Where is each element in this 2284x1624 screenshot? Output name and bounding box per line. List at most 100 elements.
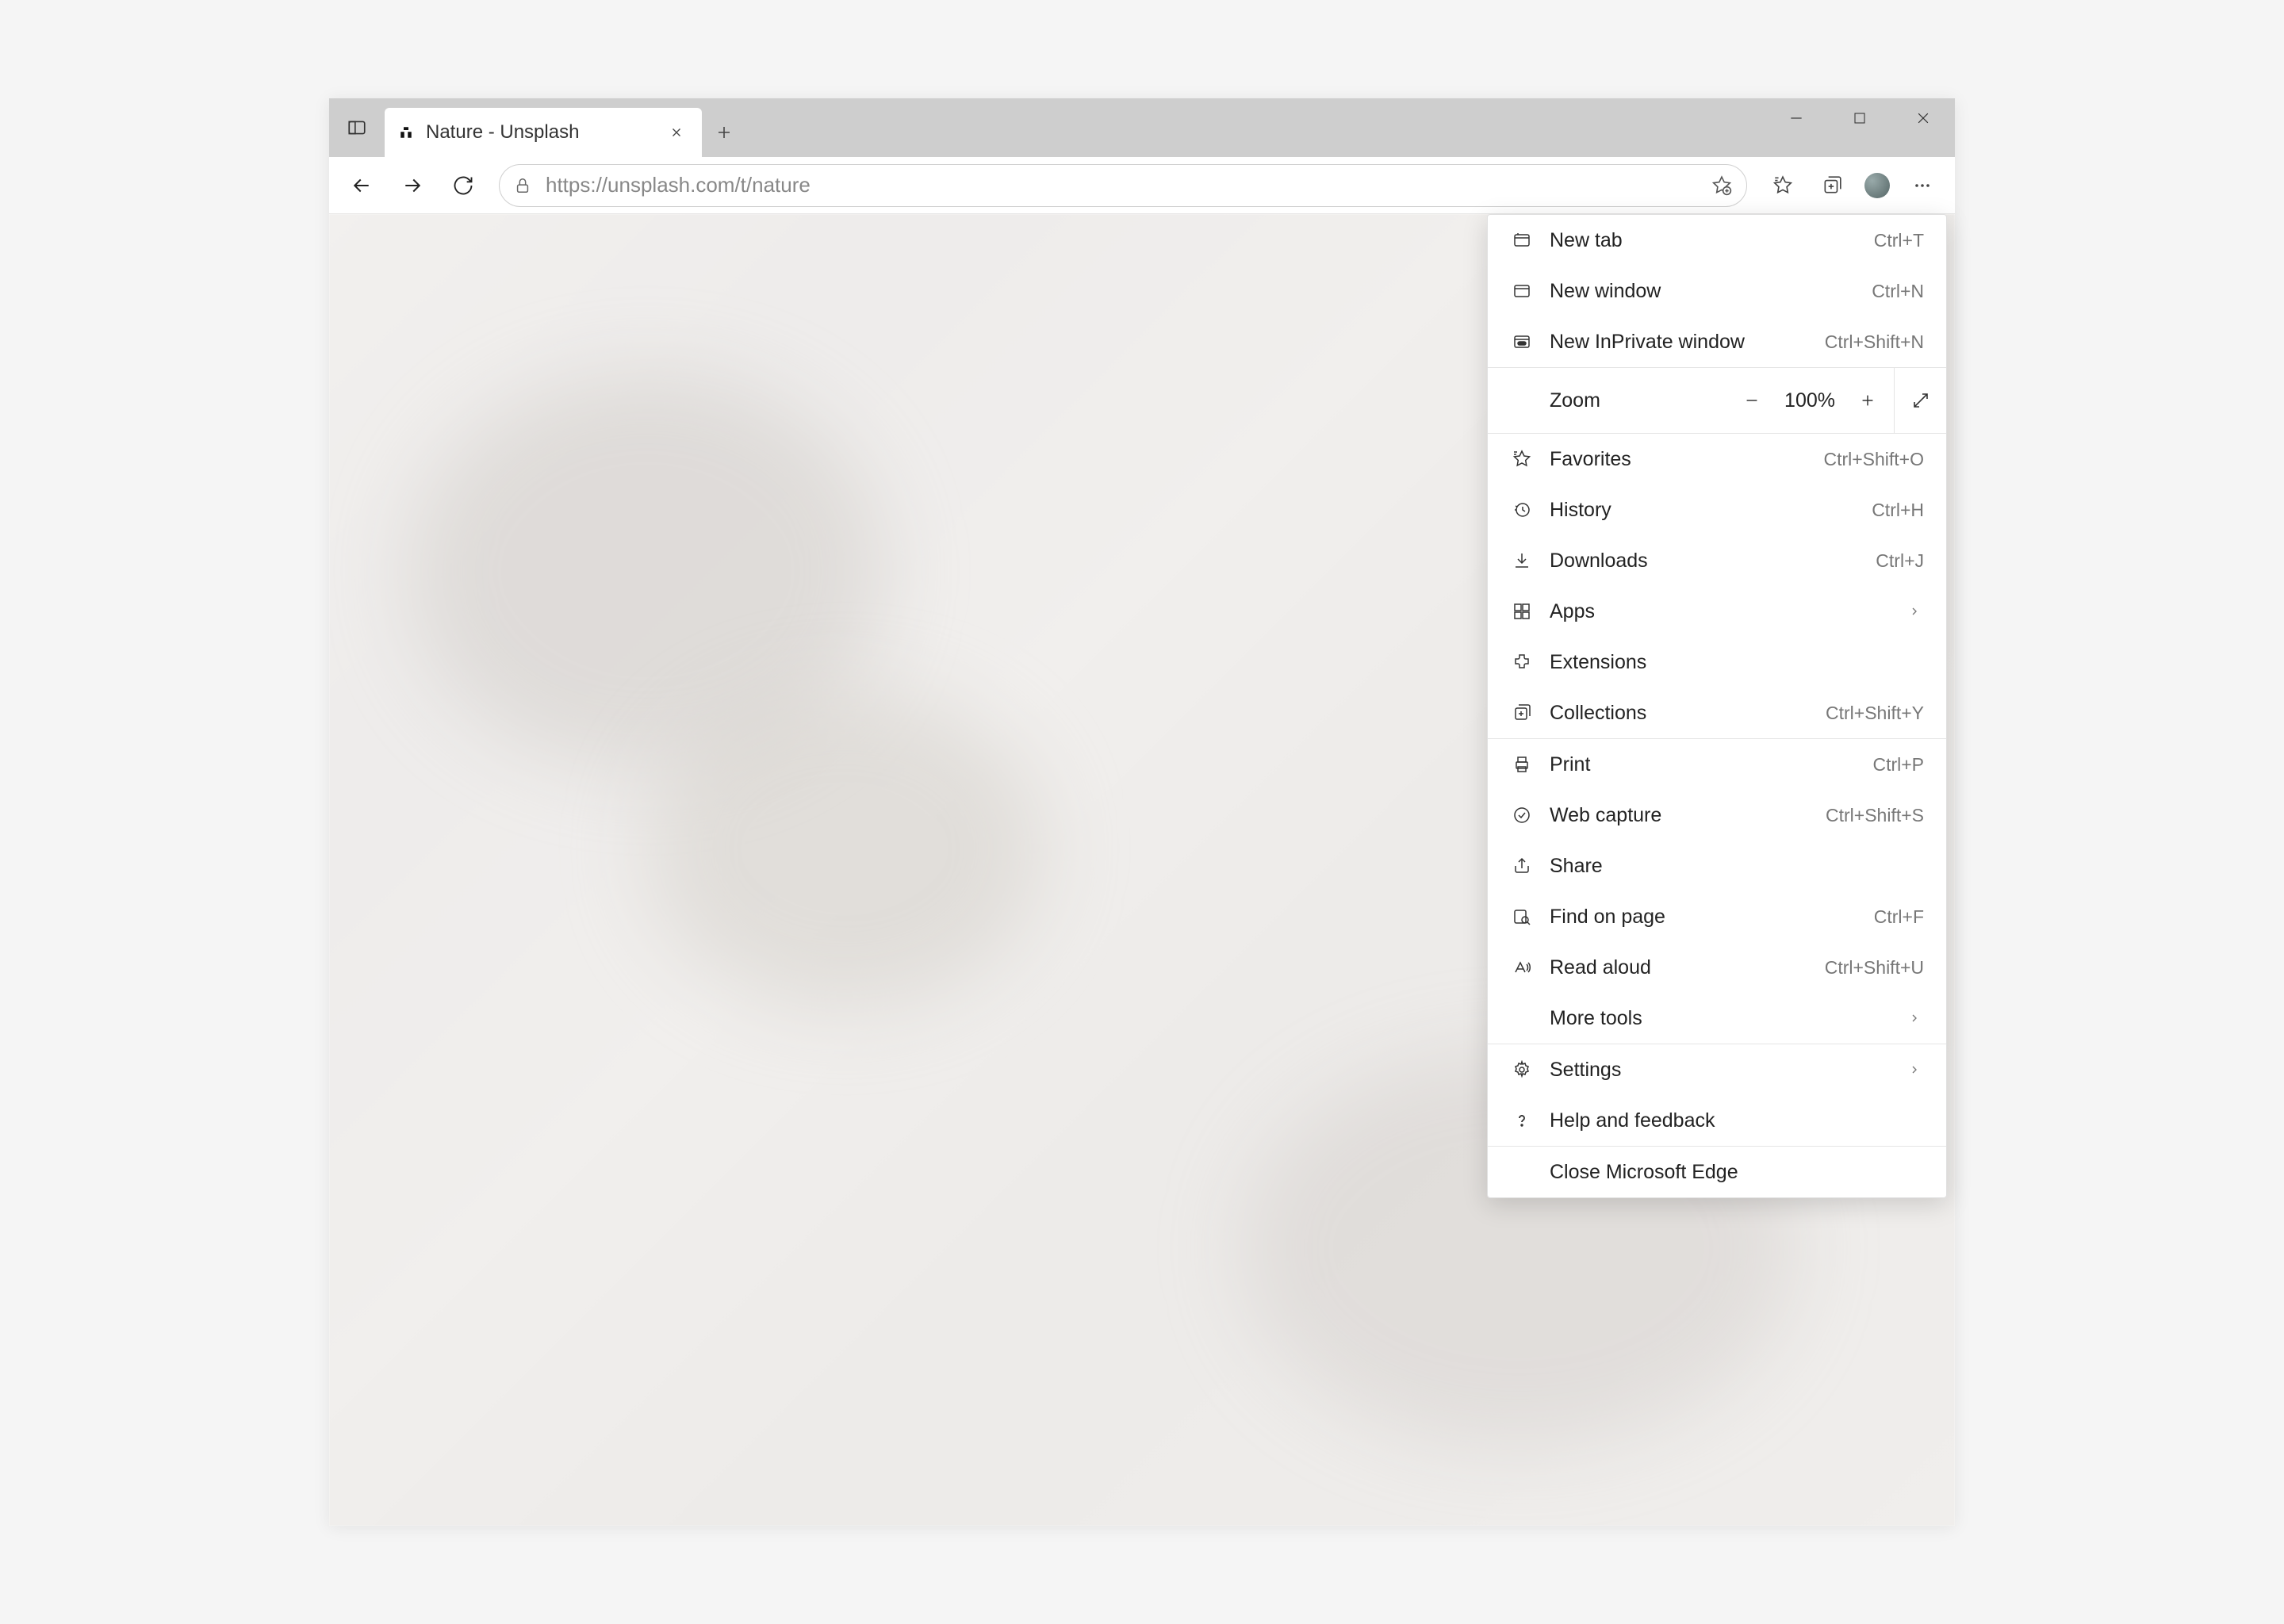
toolbar: https://unsplash.com/t/nature	[329, 157, 1955, 214]
back-button[interactable]	[339, 163, 385, 209]
menu-help[interactable]: Help and feedback	[1488, 1095, 1946, 1146]
titlebar: Nature - Unsplash	[329, 98, 1955, 157]
tab-close-button[interactable]	[665, 121, 688, 144]
menu-favorites[interactable]: Favorites Ctrl+Shift+O	[1488, 434, 1946, 485]
menu-new-window[interactable]: New window Ctrl+N	[1488, 266, 1946, 316]
menu-label: Apps	[1550, 600, 1892, 623]
menu-shortcut: Ctrl+Shift+O	[1823, 449, 1924, 470]
settings-menu: New tab Ctrl+T New window Ctrl+N New InP…	[1487, 214, 1947, 1198]
unsplash-favicon-icon	[397, 124, 415, 141]
menu-shortcut: Ctrl+Shift+S	[1826, 805, 1924, 826]
fullscreen-icon	[1911, 391, 1930, 410]
print-icon	[1510, 753, 1534, 776]
menu-label: Share	[1550, 855, 1924, 878]
favorites-button[interactable]	[1760, 163, 1806, 209]
refresh-icon	[452, 174, 474, 197]
menu-settings[interactable]: Settings	[1488, 1044, 1946, 1095]
arrow-right-icon	[400, 174, 424, 197]
maximize-button[interactable]	[1828, 98, 1891, 138]
menu-more-tools[interactable]: More tools	[1488, 993, 1946, 1044]
menu-label: Help and feedback	[1550, 1109, 1924, 1132]
menu-label: Downloads	[1550, 550, 1860, 573]
menu-extensions[interactable]: Extensions	[1488, 637, 1946, 688]
collections-button[interactable]	[1809, 163, 1855, 209]
active-tab[interactable]: Nature - Unsplash	[385, 108, 702, 157]
chevron-right-icon	[1908, 605, 1924, 618]
menu-find[interactable]: Find on page Ctrl+F	[1488, 891, 1946, 942]
menu-shortcut: Ctrl+H	[1872, 500, 1924, 521]
menu-apps[interactable]: Apps	[1488, 586, 1946, 637]
menu-label: Settings	[1550, 1059, 1892, 1082]
forward-button[interactable]	[389, 163, 435, 209]
maximize-icon	[1853, 111, 1867, 125]
menu-label: History	[1550, 499, 1856, 522]
menu-read-aloud[interactable]: Read aloud Ctrl+Shift+U	[1488, 942, 1946, 993]
read-aloud-icon	[1510, 956, 1534, 979]
capture-icon	[1510, 803, 1534, 827]
address-bar[interactable]: https://unsplash.com/t/nature	[499, 164, 1747, 207]
window-controls	[1765, 98, 1955, 157]
close-icon	[1915, 110, 1931, 126]
zoom-out-button[interactable]	[1726, 368, 1778, 433]
menu-new-inprivate[interactable]: New InPrivate window Ctrl+Shift+N	[1488, 316, 1946, 367]
menu-label: New InPrivate window	[1550, 331, 1809, 354]
zoom-in-button[interactable]	[1841, 368, 1894, 433]
plus-icon	[1859, 392, 1876, 409]
profile-avatar[interactable]	[1864, 173, 1890, 198]
find-icon	[1510, 905, 1534, 929]
plus-icon	[715, 123, 734, 142]
menu-label: Read aloud	[1550, 956, 1809, 979]
chevron-right-icon	[1908, 1012, 1924, 1025]
url-text[interactable]: https://unsplash.com/t/nature	[546, 173, 1697, 197]
fullscreen-button[interactable]	[1894, 368, 1946, 433]
inprivate-icon	[1510, 330, 1534, 354]
star-plus-icon	[1711, 175, 1732, 196]
menu-new-tab[interactable]: New tab Ctrl+T	[1488, 215, 1946, 266]
tab-actions-button[interactable]	[329, 98, 385, 157]
minimize-button[interactable]	[1765, 98, 1828, 138]
browser-window: Nature - Unsplash	[329, 98, 1955, 1526]
zoom-label: Zoom	[1550, 389, 1726, 412]
settings-menu-button[interactable]	[1899, 163, 1945, 209]
tab-title: Nature - Unsplash	[426, 121, 654, 144]
menu-zoom: Zoom 100%	[1488, 368, 1946, 433]
menu-shortcut: Ctrl+Shift+U	[1825, 957, 1924, 979]
download-icon	[1510, 549, 1534, 573]
menu-collections[interactable]: Collections Ctrl+Shift+Y	[1488, 688, 1946, 738]
menu-downloads[interactable]: Downloads Ctrl+J	[1488, 535, 1946, 586]
menu-print[interactable]: Print Ctrl+P	[1488, 739, 1946, 790]
help-icon	[1510, 1109, 1534, 1132]
chevron-right-icon	[1908, 1063, 1924, 1076]
menu-label: Collections	[1550, 702, 1810, 725]
menu-label: Extensions	[1550, 651, 1924, 674]
close-window-button[interactable]	[1891, 98, 1955, 138]
menu-label: Web capture	[1550, 804, 1810, 827]
menu-shortcut: Ctrl+T	[1874, 230, 1924, 251]
close-icon	[669, 125, 684, 140]
menu-share[interactable]: Share	[1488, 841, 1946, 891]
menu-shortcut: Ctrl+N	[1872, 281, 1924, 302]
menu-history[interactable]: History Ctrl+H	[1488, 485, 1946, 535]
apps-icon	[1510, 599, 1534, 623]
menu-label: Close Microsoft Edge	[1550, 1161, 1924, 1184]
menu-shortcut: Ctrl+F	[1874, 906, 1924, 928]
menu-label: Find on page	[1550, 906, 1858, 929]
menu-shortcut: Ctrl+Shift+N	[1825, 331, 1924, 353]
refresh-button[interactable]	[440, 163, 486, 209]
new-tab-icon	[1510, 228, 1534, 252]
add-favorite-button[interactable]	[1710, 175, 1734, 196]
new-tab-button[interactable]	[702, 108, 746, 157]
history-icon	[1510, 498, 1534, 522]
more-horizontal-icon	[1913, 176, 1932, 195]
menu-label: New window	[1550, 280, 1856, 303]
menu-close-edge[interactable]: Close Microsoft Edge	[1488, 1147, 1946, 1197]
menu-shortcut: Ctrl+Shift+Y	[1826, 703, 1924, 724]
menu-label: More tools	[1550, 1007, 1892, 1030]
minimize-icon	[1788, 110, 1804, 126]
star-lines-icon	[1510, 447, 1534, 471]
arrow-left-icon	[350, 174, 374, 197]
collections-icon	[1510, 701, 1534, 725]
menu-web-capture[interactable]: Web capture Ctrl+Shift+S	[1488, 790, 1946, 841]
gear-icon	[1510, 1058, 1534, 1082]
zoom-value: 100%	[1778, 389, 1841, 412]
